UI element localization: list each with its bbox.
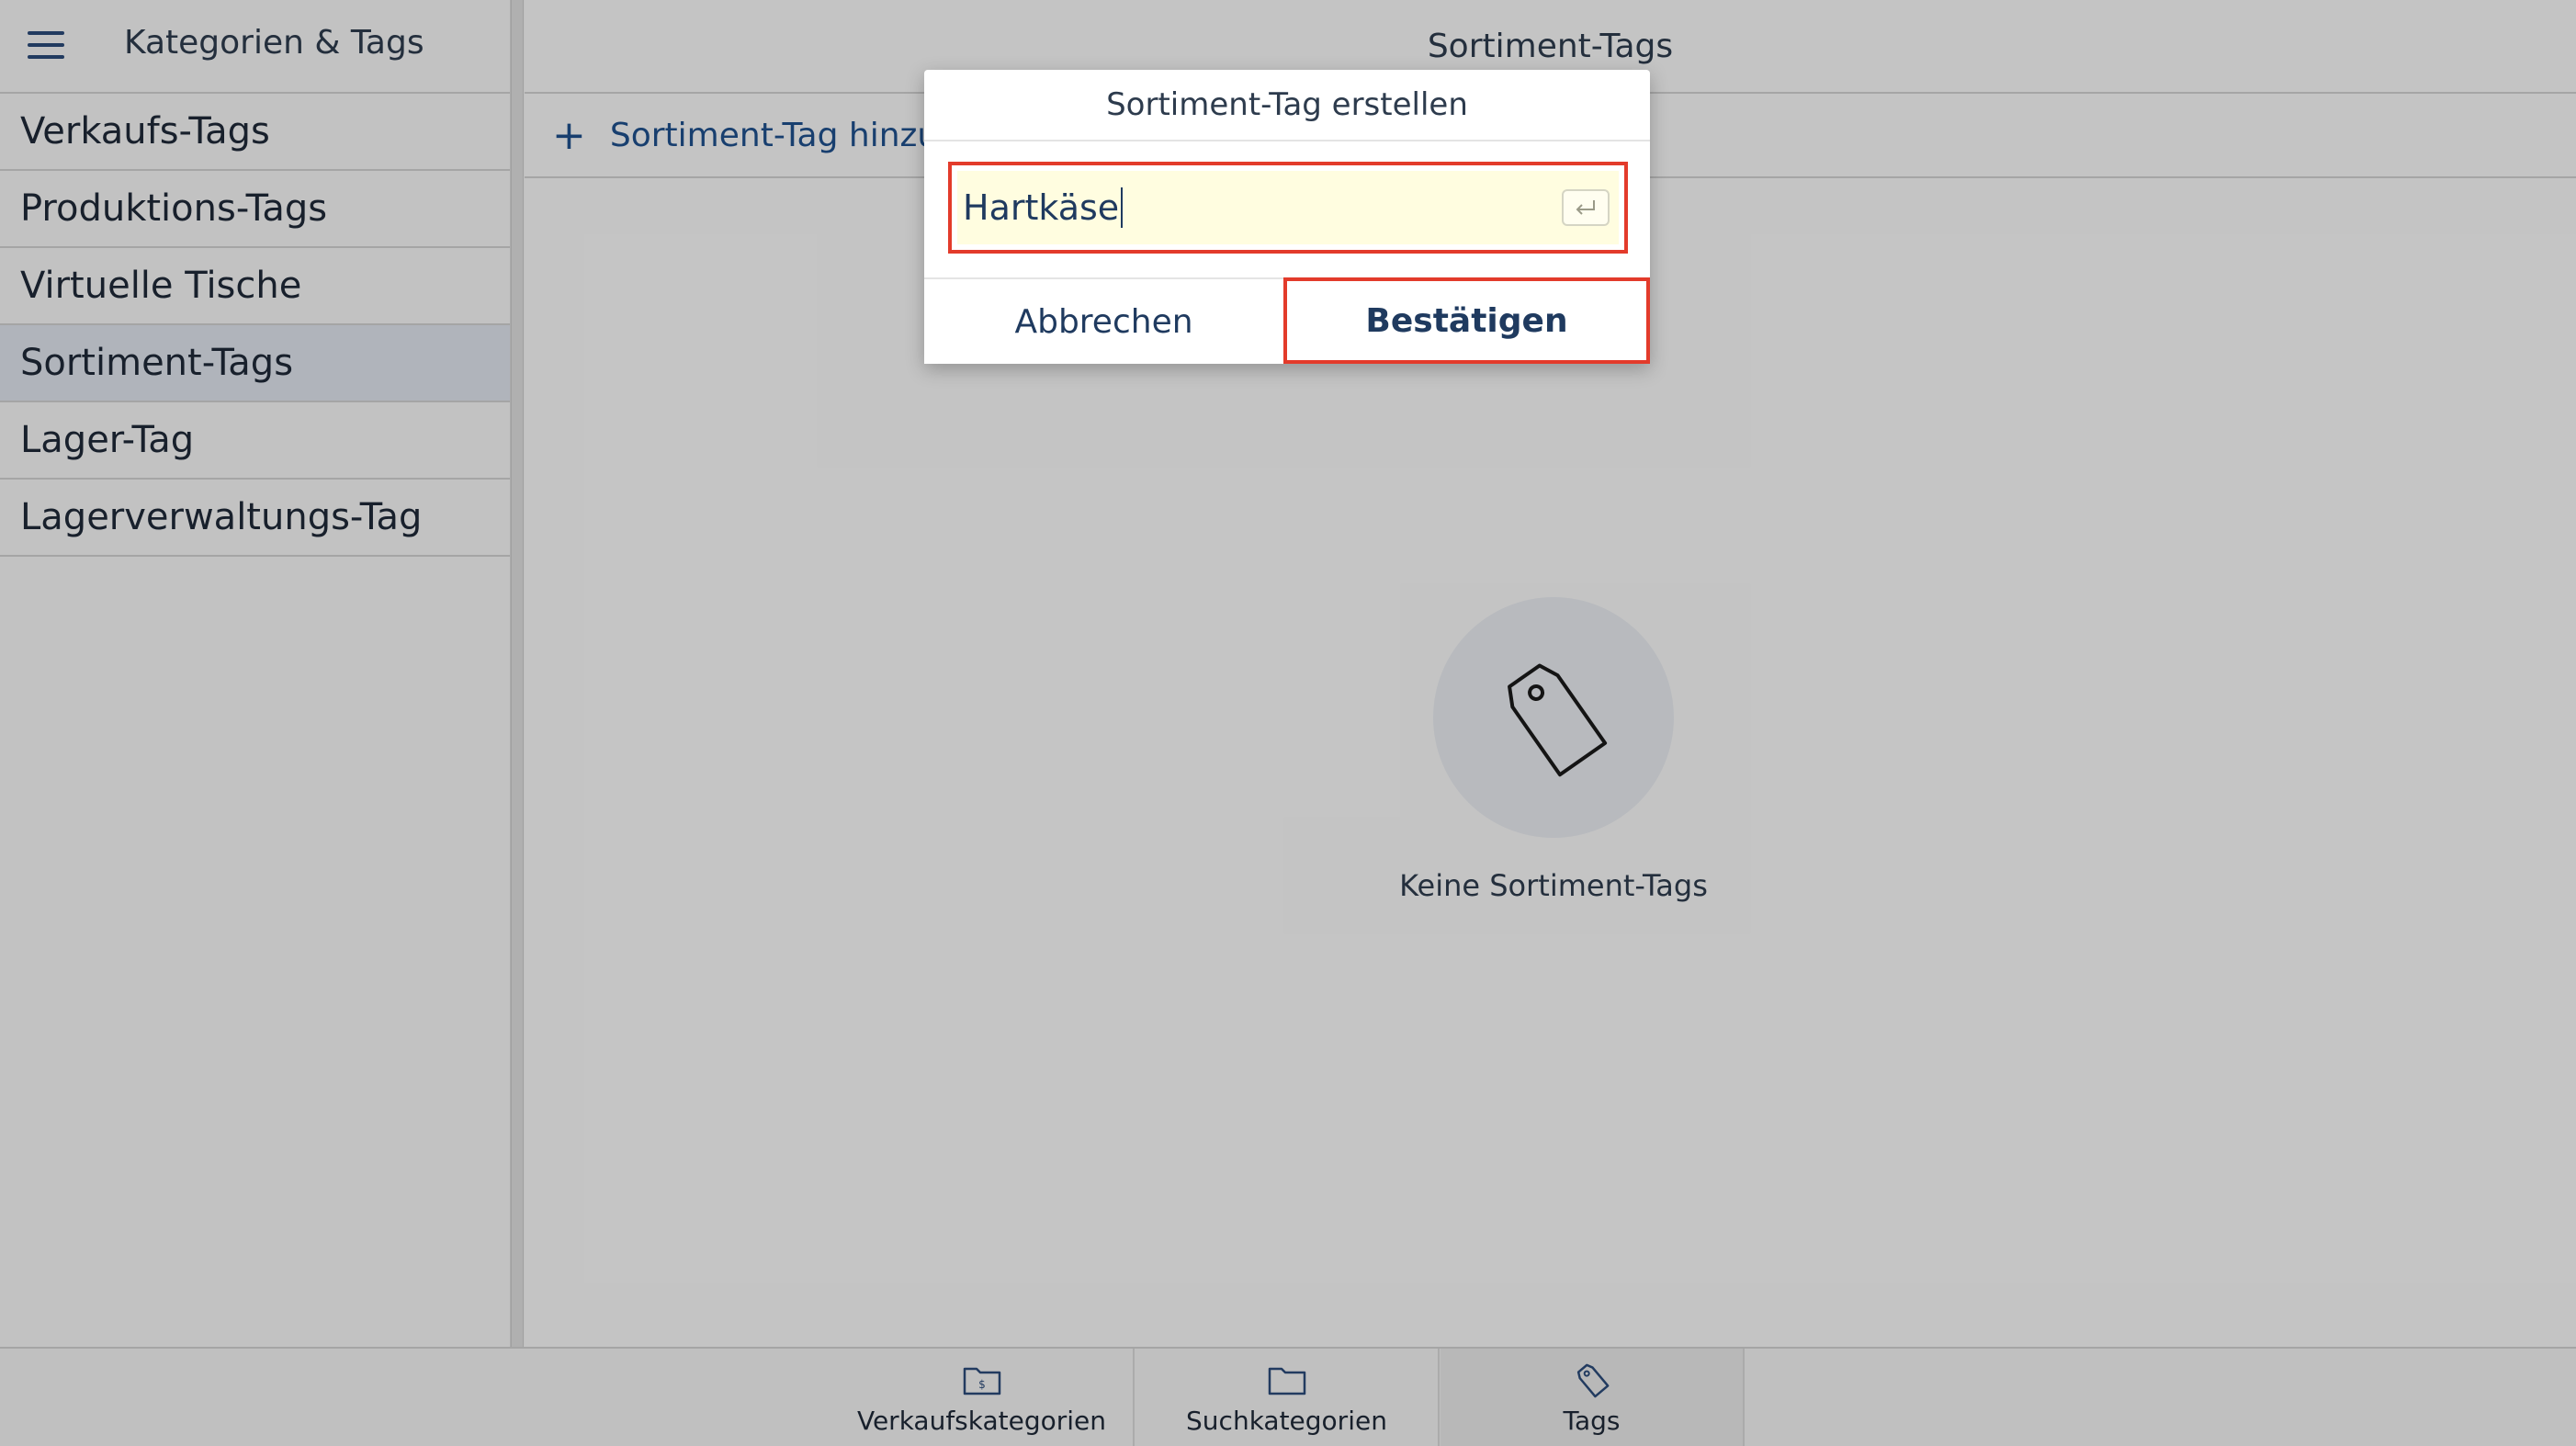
confirm-button[interactable]: Bestätigen	[1283, 277, 1650, 364]
tag-name-value: Hartkäse	[963, 187, 1120, 228]
enter-key-icon[interactable]	[1562, 189, 1610, 226]
tag-name-input-highlight: Hartkäse	[948, 162, 1628, 254]
text-caret	[1121, 187, 1124, 228]
create-tag-dialog: Sortiment-Tag erstellen Hartkäse Abbrech…	[924, 70, 1650, 364]
dialog-title: Sortiment-Tag erstellen	[924, 70, 1650, 141]
cancel-button[interactable]: Abbrechen	[924, 279, 1283, 364]
dialog-buttons: Abbrechen Bestätigen	[924, 277, 1650, 364]
tag-name-input[interactable]: Hartkäse	[957, 171, 1619, 244]
